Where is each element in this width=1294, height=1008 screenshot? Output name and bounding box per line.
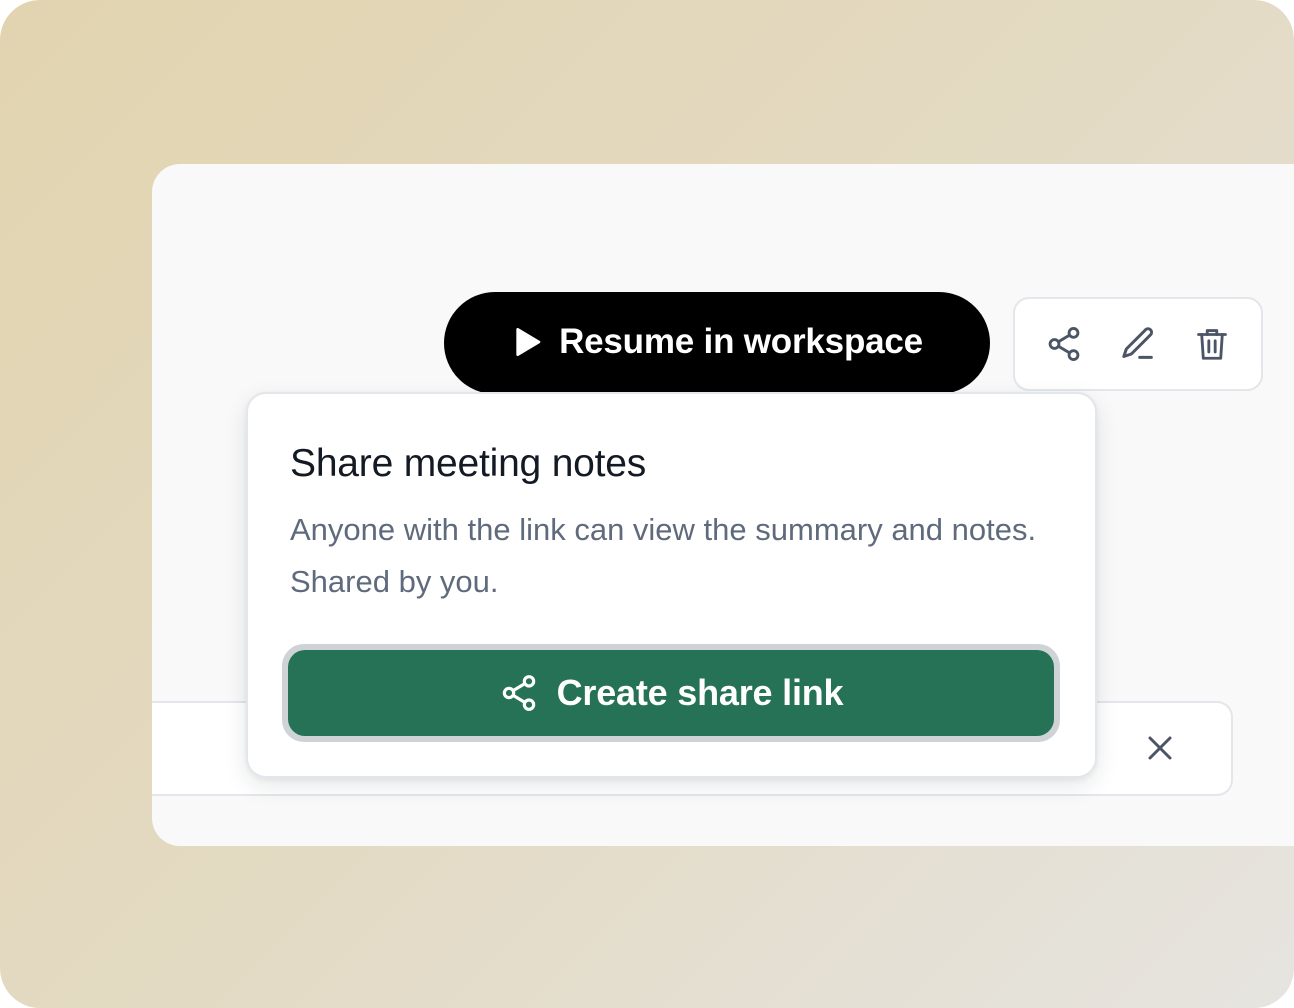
popover-title: Share meeting notes xyxy=(290,442,647,485)
pencil-icon xyxy=(1122,327,1154,359)
resume-in-workspace-button[interactable]: Resume in workspace xyxy=(444,292,990,394)
trash-icon xyxy=(1197,329,1227,360)
share-popover: Share meeting notes Anyone with the link… xyxy=(246,392,1097,778)
background: Resume in workspace Share meeting notes … xyxy=(0,0,1294,1008)
edit-button[interactable] xyxy=(1112,318,1164,370)
share-icon xyxy=(502,675,535,711)
action-toolbar xyxy=(1013,297,1263,391)
create-share-link-button[interactable]: Create share link xyxy=(282,644,1060,742)
play-icon xyxy=(516,328,541,356)
share-icon xyxy=(1048,327,1080,361)
delete-button[interactable] xyxy=(1186,318,1238,370)
resume-label: Resume in workspace xyxy=(559,322,923,361)
close-button[interactable] xyxy=(1136,724,1184,772)
share-button[interactable] xyxy=(1038,318,1090,370)
create-share-link-label: Create share link xyxy=(556,672,844,713)
create-share-link-inner[interactable]: Create share link xyxy=(288,650,1054,736)
close-icon xyxy=(1148,736,1172,760)
popover-description: Anyone with the link can view the summar… xyxy=(290,512,1037,599)
